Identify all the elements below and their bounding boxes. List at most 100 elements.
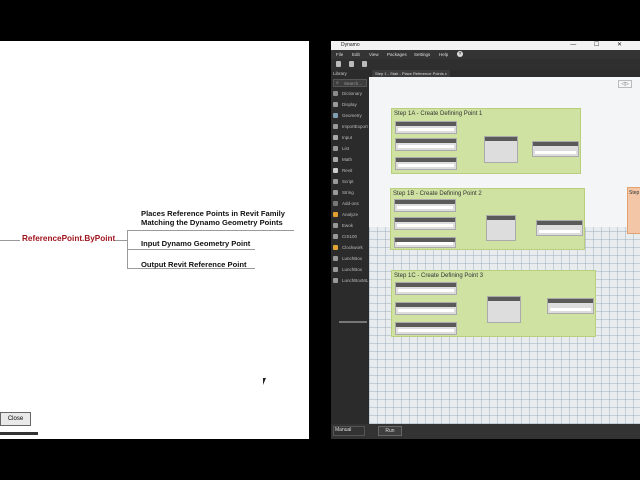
- mindmap-branch-2[interactable]: Input Dynamo Geometry Point: [141, 239, 250, 248]
- library-item-label: List: [342, 146, 350, 151]
- menu-bar: File Edit View Packages Settings Help: [331, 50, 640, 59]
- library-item-label: LunchBox: [342, 256, 363, 261]
- number-slider-node[interactable]: [395, 282, 457, 295]
- menu-help[interactable]: Help: [439, 50, 448, 59]
- library-item-label: Ewok: [342, 223, 354, 228]
- library-item-label: LunchBoxML: [342, 278, 369, 283]
- library-item[interactable]: LunchBox: [333, 254, 369, 264]
- number-slider-node[interactable]: [395, 157, 457, 170]
- input-icon: [333, 135, 338, 140]
- library-item-label: Display: [342, 102, 357, 107]
- node-group-1c[interactable]: Step 1C - Create Defining Point 3: [391, 270, 596, 337]
- menu-view[interactable]: View: [369, 50, 379, 59]
- library-item[interactable]: Geometry: [333, 111, 369, 121]
- menu-edit[interactable]: Edit: [352, 50, 360, 59]
- number-slider-node[interactable]: [395, 302, 457, 315]
- point-bycoordinates-node[interactable]: [486, 215, 516, 241]
- library-header: Library: [333, 71, 347, 76]
- number-slider-node[interactable]: [395, 138, 457, 151]
- library-item-label: Analyze: [342, 212, 359, 217]
- library-item-label: CIS100: [342, 234, 358, 239]
- window-title: Dynamo: [341, 42, 360, 48]
- library-item[interactable]: Clockwork: [333, 243, 369, 253]
- library-item[interactable]: Add-ons: [333, 199, 369, 209]
- node-group-1b[interactable]: Step 1B - Create Defining Point 2: [390, 188, 585, 250]
- library-item[interactable]: Display: [333, 100, 369, 110]
- string-icon: [333, 190, 338, 195]
- mindmap-panel: ReferencePoint.ByPoint Places Reference …: [0, 41, 309, 439]
- view-toggle-icon[interactable]: ◁▷: [618, 80, 632, 88]
- library-search-placeholder: Search...: [344, 81, 363, 86]
- revit-icon: [333, 168, 338, 173]
- save-file-icon[interactable]: [362, 61, 367, 67]
- lunchbox-icon: [333, 256, 338, 261]
- point-bycoordinates-node[interactable]: [484, 136, 518, 163]
- library-item[interactable]: Math: [333, 155, 369, 165]
- number-slider-node[interactable]: [394, 217, 456, 230]
- dictionary-icon: [333, 91, 338, 96]
- import-export-icon: [333, 124, 338, 129]
- dynamo-window: Dynamo — ☐ ✕ File Edit View Packages Set…: [331, 41, 640, 439]
- library-item-label: Clockwork: [342, 245, 363, 250]
- library-item[interactable]: Dictionary: [333, 89, 369, 99]
- progress-bar: [0, 432, 38, 435]
- tab-workspace[interactable]: Step 1 - Stair - Place Reference Points …: [372, 70, 450, 77]
- library-search-input[interactable]: ⌕ Search...: [333, 79, 367, 87]
- mindmap-connector: [0, 240, 20, 241]
- close-button[interactable]: Close: [0, 412, 31, 426]
- library-item-label: Script: [342, 179, 354, 184]
- run-button[interactable]: Run: [378, 426, 402, 436]
- title-bar: Dynamo — ☐ ✕: [331, 41, 640, 50]
- lunchbox-icon: [333, 267, 338, 272]
- library-item-label: Math: [342, 157, 353, 162]
- library-item[interactable]: Input: [333, 133, 369, 143]
- library-item[interactable]: Analyze: [333, 210, 369, 220]
- referencepoint-bypoint-node[interactable]: [547, 298, 594, 314]
- library-item[interactable]: LunchBox: [333, 265, 369, 275]
- number-slider-node[interactable]: [395, 322, 457, 335]
- library-item-label: Dictionary: [342, 91, 363, 96]
- point-bycoordinates-node[interactable]: [487, 296, 521, 323]
- library-item[interactable]: ImportExport: [333, 122, 369, 132]
- status-bar: Manual Run: [331, 424, 640, 439]
- menu-file[interactable]: File: [336, 50, 343, 59]
- library-item[interactable]: String: [333, 188, 369, 198]
- number-slider-node[interactable]: [395, 121, 457, 134]
- node-group-partial[interactable]: Step: [627, 187, 640, 234]
- help-icon[interactable]: ?: [457, 51, 463, 57]
- mindmap-root-node[interactable]: ReferencePoint.ByPoint: [22, 234, 115, 243]
- menu-packages[interactable]: Packages: [387, 50, 407, 59]
- search-icon: ⌕: [336, 80, 339, 86]
- group-title: Step 1C - Create Defining Point 3: [394, 273, 484, 279]
- add-ons-icon: [333, 201, 338, 206]
- library-item[interactable]: Revit: [333, 166, 369, 176]
- analyze-icon: [333, 212, 338, 217]
- library-scrollbar[interactable]: [339, 321, 367, 323]
- script-icon: [333, 179, 338, 184]
- library-item-label: Revit: [342, 168, 353, 173]
- toolbar: [331, 59, 640, 70]
- library-item[interactable]: Ewok: [333, 221, 369, 231]
- mindmap-branch-3[interactable]: Output Revit Reference Point: [141, 260, 246, 269]
- new-file-icon[interactable]: [336, 61, 341, 67]
- menu-settings[interactable]: Settings: [414, 50, 430, 59]
- referencepoint-bypoint-node[interactable]: [536, 220, 583, 236]
- referencepoint-bypoint-node[interactable]: [532, 141, 579, 157]
- number-slider-node[interactable]: [394, 199, 456, 212]
- number-slider-node[interactable]: [394, 237, 456, 248]
- open-file-icon[interactable]: [349, 61, 354, 67]
- workspace-canvas[interactable]: ◁▷ Step 1A - Create Defining Point 1 Ste…: [369, 77, 640, 424]
- cis100-icon: [333, 234, 338, 239]
- library-item[interactable]: Script: [333, 177, 369, 187]
- group-title: Step: [629, 190, 640, 196]
- library-item[interactable]: CIS100: [333, 232, 369, 242]
- node-group-1a[interactable]: Step 1A - Create Defining Point 1: [391, 108, 581, 174]
- library-item[interactable]: List: [333, 144, 369, 154]
- window-controls[interactable]: — ☐ ✕: [570, 41, 630, 50]
- library-item-label: String: [342, 190, 354, 195]
- math-icon: [333, 157, 338, 162]
- library-item[interactable]: LunchBoxML: [333, 276, 369, 286]
- mindmap-branch-1[interactable]: Places Reference Points in Revit Family …: [141, 209, 285, 227]
- library-item-label: LunchBox: [342, 267, 363, 272]
- ewok-icon: [333, 223, 338, 228]
